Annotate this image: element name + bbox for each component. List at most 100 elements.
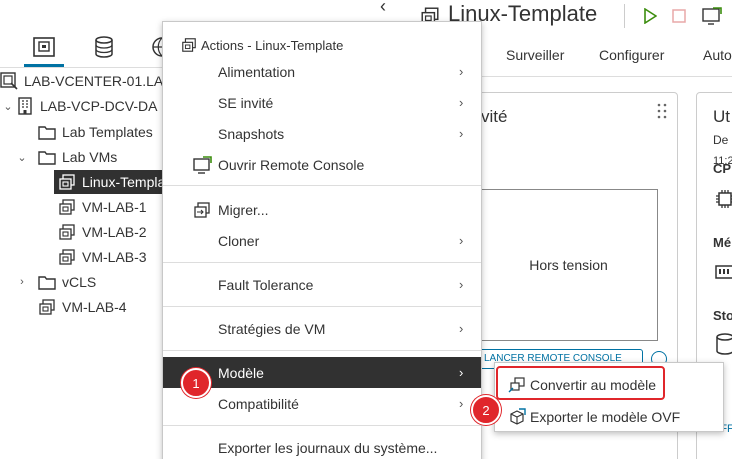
- menu-item-label: Exporter les journaux du système...: [218, 439, 438, 456]
- tab-more[interactable]: Auto: [703, 47, 732, 63]
- tree-item-label: VM-LAB-2: [82, 224, 147, 240]
- menu-item-snapshots[interactable]: Snapshots ›: [163, 118, 481, 149]
- vm-template-icon: [58, 248, 76, 266]
- vm-template-icon: [58, 198, 76, 216]
- menu-item-label: Modèle: [218, 364, 264, 381]
- chevron-right-icon: ›: [459, 365, 464, 380]
- vm-template-icon: [181, 37, 197, 53]
- tree-item-lab-vms[interactable]: ⌄ Lab VMs: [14, 145, 117, 169]
- chevron-right-icon: ›: [459, 321, 464, 336]
- vms-templates-tab-icon[interactable]: [32, 36, 56, 58]
- menu-item-guest-os[interactable]: SE invité ›: [163, 87, 481, 118]
- chevron-right-icon: ›: [459, 126, 464, 141]
- drag-handle-icon[interactable]: [657, 103, 667, 119]
- menu-item-label: Ouvrir Remote Console: [218, 156, 365, 173]
- menu-item-fault-tolerance[interactable]: Fault Tolerance ›: [163, 269, 481, 300]
- tree-item-label: LAB-VCENTER-01.LAB: [24, 73, 173, 89]
- tree-item-label: VM-LAB-3: [82, 249, 147, 265]
- storage-label: Sto: [713, 308, 732, 323]
- remote-console-icon: [193, 156, 213, 174]
- cpu-icon: [715, 189, 732, 212]
- chevron-right-icon: ›: [459, 95, 464, 110]
- menu-header: Actions - Linux-Template: [181, 37, 343, 53]
- collapse-panel-icon[interactable]: ‹: [380, 0, 386, 17]
- tab-configure[interactable]: Configurer: [599, 47, 664, 63]
- menu-divider: [163, 425, 481, 426]
- menu-divider: [163, 306, 481, 307]
- power-off-icon[interactable]: [672, 9, 686, 26]
- tree-item-vcls[interactable]: › vCLS: [14, 270, 96, 294]
- chevron-right-icon: ›: [459, 233, 464, 248]
- chevron-down-icon[interactable]: ⌄: [14, 151, 30, 164]
- tree-item-label: VM-LAB-4: [62, 299, 127, 315]
- tree-item-vm-lab-3[interactable]: VM-LAB-3: [58, 245, 147, 269]
- tree-item-vcenter[interactable]: LAB-VCENTER-01.LAB: [0, 69, 173, 93]
- memory-icon: [715, 263, 732, 284]
- folder-icon: [38, 273, 56, 291]
- chevron-right-icon: ›: [459, 277, 464, 292]
- storage-tab-icon[interactable]: [92, 36, 116, 58]
- menu-item-migrate[interactable]: Migrer...: [163, 194, 481, 225]
- tree-item-label: LAB-VCP-DCV-DA: [40, 98, 158, 114]
- chevron-down-icon[interactable]: ⌄: [0, 100, 16, 113]
- menu-item-clone[interactable]: Cloner ›: [163, 225, 481, 256]
- power-on-icon[interactable]: [643, 7, 658, 27]
- menu-divider: [163, 262, 481, 263]
- card-title: vité: [481, 107, 508, 126]
- console-preview[interactable]: Hors tension: [479, 189, 658, 341]
- header-divider: [624, 4, 625, 28]
- remote-console-icon[interactable]: [702, 7, 722, 28]
- tree-item-datacenter[interactable]: ⌄ LAB-VCP-DCV-DA: [0, 94, 157, 118]
- menu-item-label: SE invité: [218, 94, 274, 111]
- tree-item-linux-template[interactable]: Linux-Template: [54, 170, 177, 194]
- submenu-item-label: Exporter le modèle OVF: [530, 409, 681, 425]
- vm-template-icon: [38, 298, 56, 316]
- menu-item-label: Migrer...: [218, 201, 269, 218]
- menu-item-vm-policies[interactable]: Stratégies de VM ›: [163, 313, 481, 344]
- chevron-right-icon: ›: [459, 64, 464, 79]
- tree-item-vm-lab-1[interactable]: VM-LAB-1: [58, 195, 147, 219]
- vcenter-icon: [0, 72, 18, 90]
- storage-icon: [715, 333, 732, 358]
- tab-monitor[interactable]: Surveiller: [506, 47, 564, 63]
- submenu-item-export-ovf-template[interactable]: Exporter le modèle OVF: [495, 403, 723, 431]
- power-status-text: Hors tension: [529, 257, 608, 273]
- folder-icon: [38, 148, 56, 166]
- actions-context-menu: Actions - Linux-Template Alimentation › …: [162, 21, 482, 459]
- tree-item-label: VM-LAB-1: [82, 199, 147, 215]
- card-title: Ut: [713, 107, 730, 126]
- tree-item-lab-templates[interactable]: Lab Templates: [38, 120, 153, 144]
- menu-item-compatibility[interactable]: Compatibilité ›: [163, 388, 481, 419]
- menu-item-open-remote-console[interactable]: Ouvrir Remote Console: [163, 149, 481, 180]
- menu-header-label: Actions - Linux-Template: [201, 37, 344, 53]
- usage-line: De: [713, 133, 729, 147]
- annotation-highlight-box: [496, 366, 665, 400]
- tree-item-vm-lab-2[interactable]: VM-LAB-2: [58, 220, 147, 244]
- chevron-right-icon: ›: [459, 396, 464, 411]
- vm-template-icon: [58, 223, 76, 241]
- menu-item-label: Compatibilité: [218, 395, 299, 412]
- tree-item-vm-lab-4[interactable]: VM-LAB-4: [38, 295, 127, 319]
- menu-divider: [163, 350, 481, 351]
- tree-item-label: Lab Templates: [62, 124, 153, 140]
- menu-item-power[interactable]: Alimentation ›: [163, 56, 481, 87]
- tree-item-label: vCLS: [62, 274, 97, 290]
- menu-item-label: Fault Tolerance: [218, 276, 314, 293]
- memory-label: Mé: [713, 235, 732, 250]
- step-badge-2: 2: [471, 395, 501, 425]
- step-badge-1: 1: [181, 368, 211, 398]
- menu-item-label: Snapshots: [218, 125, 285, 142]
- menu-divider: [163, 185, 481, 186]
- menu-item-label: Alimentation: [218, 63, 296, 80]
- migrate-icon: [193, 201, 213, 219]
- menu-item-export-system-logs[interactable]: Exporter les journaux du système...: [163, 432, 481, 459]
- datacenter-icon: [16, 97, 34, 115]
- menu-item-label: Stratégies de VM: [218, 320, 326, 337]
- menu-item-label: Cloner: [218, 232, 260, 249]
- vm-template-icon: [58, 173, 76, 191]
- cpu-label: CP: [713, 161, 732, 176]
- tree-item-label: Lab VMs: [62, 149, 118, 165]
- export-ovf-icon: [508, 408, 526, 426]
- folder-icon: [38, 123, 56, 141]
- chevron-right-icon[interactable]: ›: [14, 276, 30, 288]
